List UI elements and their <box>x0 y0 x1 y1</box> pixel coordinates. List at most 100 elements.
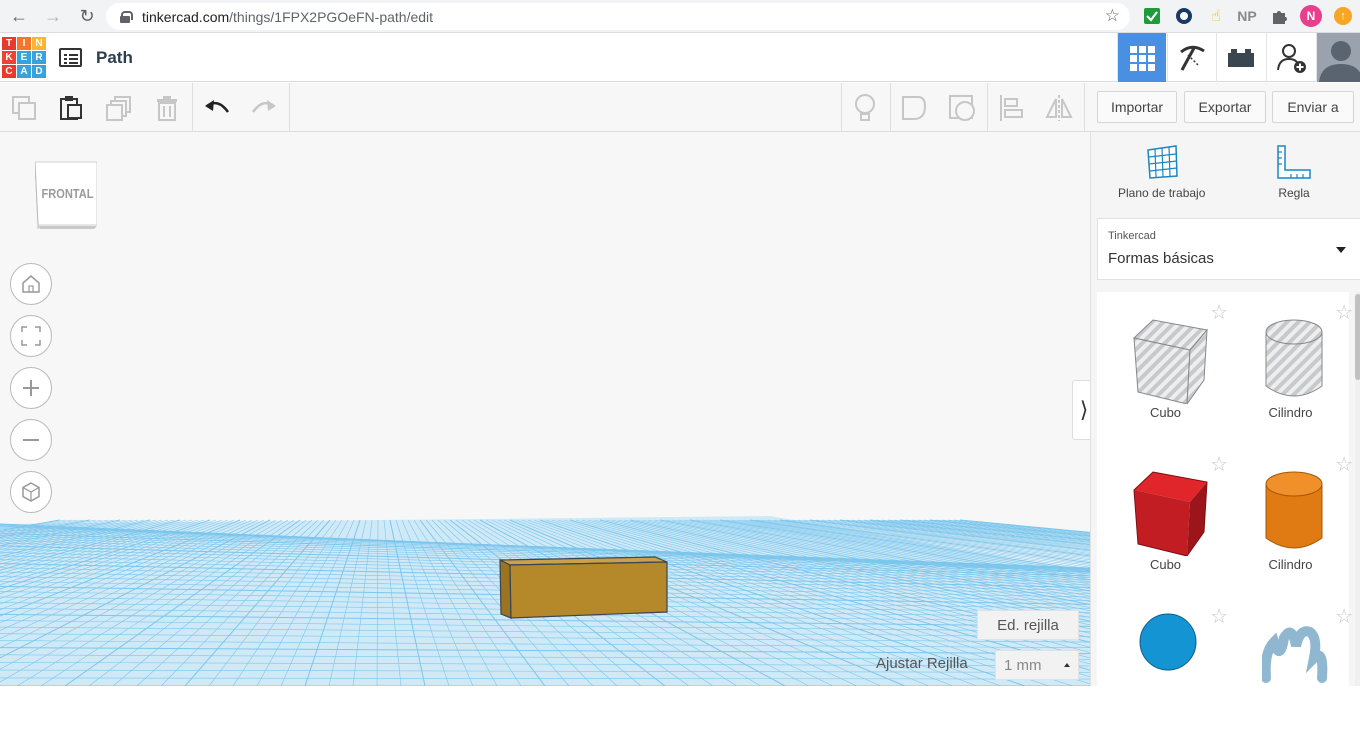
shape-label: Cubo <box>1149 405 1182 420</box>
undo-icon <box>205 100 230 113</box>
codeblocks-button[interactable] <box>1167 33 1216 82</box>
snap-grid-select[interactable]: 1 mm <box>995 650 1079 680</box>
bricks-button[interactable] <box>1216 33 1265 82</box>
lightbulb-icon <box>855 94 875 121</box>
favorite-star-icon[interactable]: ☆ <box>1335 452 1353 477</box>
puzzle-extension-icon[interactable] <box>1269 6 1289 26</box>
workplane-icon <box>1146 145 1178 179</box>
paste-button[interactable] <box>52 89 90 127</box>
logo-letter: D <box>32 65 46 78</box>
edit-toolbar: Importar Exportar Enviar a <box>0 83 1360 132</box>
workplane-tool[interactable]: Plano de trabajo <box>1118 144 1205 200</box>
workplane-label: Plano de trabajo <box>1118 186 1206 200</box>
caret-down-icon <box>1336 247 1346 253</box>
add-user-icon <box>1277 43 1306 73</box>
import-button[interactable]: Importar <box>1097 91 1177 123</box>
library-caption: Tinkercad <box>1108 230 1156 242</box>
bricks-icon <box>1228 48 1254 67</box>
logo-letter: R <box>32 51 46 64</box>
scribble-icon <box>1262 626 1328 683</box>
back-icon[interactable]: ← <box>4 1 34 31</box>
check-extension-icon[interactable] <box>1142 6 1162 26</box>
shape-cylinder-hole[interactable]: Cilindro ☆ <box>1228 292 1353 442</box>
app-header: TIN KER CAD Path <box>0 33 1360 82</box>
redo-icon <box>251 100 276 113</box>
hole-icon <box>949 95 975 121</box>
shape-label: Cilindro <box>1268 557 1313 572</box>
mirror-button[interactable] <box>1040 89 1078 127</box>
invite-button[interactable] <box>1266 33 1315 82</box>
shape-label: Cubo <box>1149 557 1182 572</box>
mirror-icon <box>1045 95 1073 121</box>
ruler-icon <box>1277 145 1311 179</box>
copy-icon <box>12 96 36 120</box>
3d-workspace[interactable]: FRONTAL ⟩ Ed. rejilla Ajustar Rejilla 1 … <box>0 132 1090 686</box>
solid-icon <box>902 96 927 120</box>
favorite-star-icon[interactable]: ☆ <box>1335 604 1353 629</box>
shape-cube-hole[interactable]: Cubo ☆ <box>1103 292 1228 442</box>
cube-hole-icon <box>1132 319 1208 404</box>
duplicate-icon <box>106 96 131 121</box>
hand-extension-icon[interactable]: ☝ <box>1206 6 1226 26</box>
shape-scribble[interactable]: ☆ <box>1228 596 1353 746</box>
solid-button[interactable] <box>895 89 933 127</box>
3d-view-button[interactable] <box>1117 33 1166 82</box>
dropdown-arrow-icon <box>1064 663 1070 667</box>
copy-button[interactable] <box>5 89 43 127</box>
scrollbar-thumb[interactable] <box>1355 294 1360 380</box>
sphere-blue-icon <box>1139 613 1197 671</box>
shape-cylinder-orange[interactable]: Cilindro ☆ <box>1228 444 1353 594</box>
shapes-panel: Plano de trabajo Regla Tinkercad Formas … <box>1090 132 1360 686</box>
panel-scrollbar[interactable] <box>1355 292 1360 686</box>
design-list-icon[interactable] <box>59 48 82 67</box>
duplicate-button[interactable] <box>100 89 138 127</box>
logo-letter: A <box>17 65 31 78</box>
cube-red-icon <box>1133 471 1208 556</box>
zoom-out-button[interactable] <box>10 419 52 461</box>
favorite-star-icon[interactable]: ☆ <box>1335 300 1353 325</box>
address-bar[interactable]: tinkercad.com/things/1FPX2PGOeFN-path/ed… <box>106 3 1130 30</box>
circle-extension-icon[interactable] <box>1174 6 1194 26</box>
tinkercad-logo[interactable]: TIN KER CAD <box>2 37 46 79</box>
zoom-in-button[interactable] <box>10 367 52 409</box>
url-path: /things/1FPX2PGOeFN-path/edit <box>229 8 434 25</box>
update-icon[interactable]: ↑ <box>1334 7 1352 25</box>
edit-grid-button[interactable]: Ed. rejilla <box>977 610 1079 640</box>
snap-grid-value: 1 mm <box>1004 656 1042 674</box>
delete-button[interactable] <box>148 89 186 127</box>
hole-button[interactable] <box>943 89 981 127</box>
notes-button[interactable] <box>846 89 884 127</box>
url-host: tinkercad.com <box>142 8 230 25</box>
align-icon <box>1000 95 1023 121</box>
panel-toggle-button[interactable]: ⟩ <box>1072 380 1090 440</box>
pickaxe-icon <box>1180 45 1205 71</box>
shape-sphere-blue[interactable]: ☆ <box>1103 596 1228 746</box>
align-button[interactable] <box>992 89 1030 127</box>
user-avatar[interactable] <box>1316 33 1360 82</box>
np-extension-icon[interactable]: NP <box>1237 6 1257 26</box>
favorite-star-icon[interactable]: ☆ <box>1210 604 1228 629</box>
bookmark-star-icon[interactable]: ☆ <box>1105 6 1120 26</box>
profile-avatar[interactable]: N <box>1300 5 1322 27</box>
forward-icon[interactable]: → <box>38 1 68 31</box>
home-view-button[interactable] <box>10 263 52 305</box>
export-button[interactable]: Exportar <box>1184 91 1266 123</box>
fit-view-button[interactable] <box>10 315 52 357</box>
logo-letter: E <box>17 51 31 64</box>
favorite-star-icon[interactable]: ☆ <box>1210 452 1228 477</box>
cylinder-orange-icon <box>1265 471 1323 549</box>
reload-icon[interactable]: ↻ <box>72 1 102 31</box>
home-icon <box>22 275 40 293</box>
perspective-button[interactable] <box>10 471 52 513</box>
design-title[interactable]: Path <box>96 48 133 68</box>
shape-cube-red[interactable]: Cubo ☆ <box>1103 444 1228 594</box>
logo-letter: C <box>2 65 16 78</box>
snap-grid-label: Ajustar Rejilla <box>876 655 968 672</box>
send-to-button[interactable]: Enviar a <box>1272 91 1354 123</box>
favorite-star-icon[interactable]: ☆ <box>1210 300 1228 325</box>
3d-view-icon <box>1130 45 1155 71</box>
undo-button[interactable] <box>198 89 236 127</box>
redo-button[interactable] <box>245 89 283 127</box>
shape-library-select[interactable]: Tinkercad Formas básicas <box>1097 218 1360 280</box>
ruler-tool[interactable]: Regla <box>1276 144 1312 200</box>
